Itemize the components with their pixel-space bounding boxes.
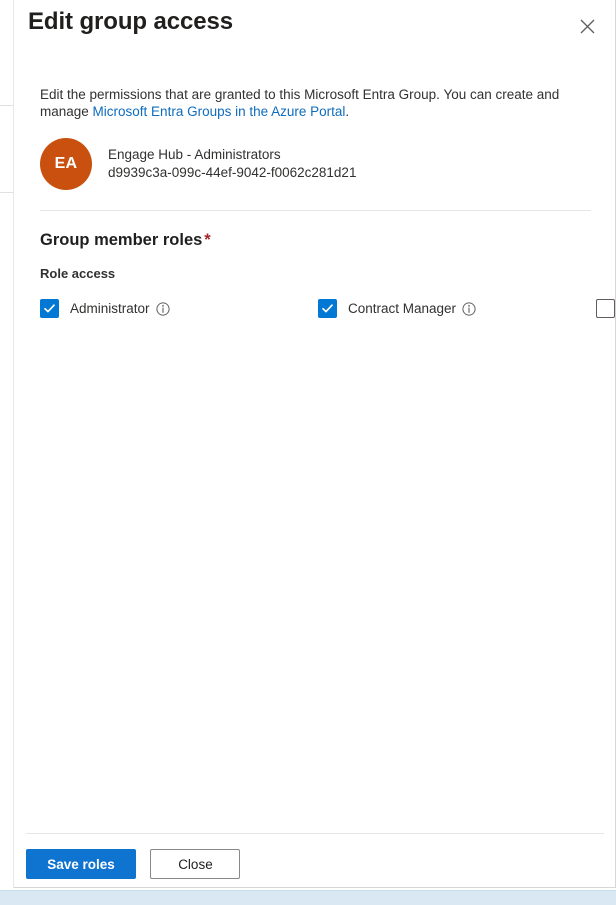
save-roles-button[interactable]: Save roles xyxy=(26,849,136,879)
section-divider xyxy=(40,210,591,211)
checkbox-administrator[interactable] xyxy=(40,299,59,318)
role-item-user-access-administrator[interactable]: User Access Administrator xyxy=(596,299,616,318)
page-title: Edit group access xyxy=(28,8,234,35)
role-label: Administrator xyxy=(70,301,150,316)
edit-group-access-dialog: Edit group access Edit the permissions t… xyxy=(14,0,616,888)
section-heading-text: Group member roles xyxy=(40,231,203,249)
group-id: d9939c3a-099c-44ef-9042-f0062c281d21 xyxy=(108,165,357,180)
dialog-footer: Save roles Close xyxy=(26,849,241,879)
role-item-contract-manager[interactable]: Contract Manager xyxy=(318,299,596,318)
close-button[interactable] xyxy=(571,10,603,42)
description-text-after: . xyxy=(345,104,350,119)
dialog-header: Edit group access xyxy=(14,0,615,62)
background-page-sliver xyxy=(0,0,14,888)
entra-groups-link[interactable]: Microsoft Entra Groups in the Azure Port… xyxy=(93,104,346,119)
info-icon[interactable] xyxy=(462,301,476,316)
group-details: Engage Hub - Administrators d9939c3a-099… xyxy=(108,146,356,182)
group-member-roles-heading: Group member roles * xyxy=(40,231,601,250)
checkbox-user-access-administrator[interactable] xyxy=(596,299,615,318)
info-icon[interactable] xyxy=(155,301,170,316)
close-dialog-button[interactable]: Close xyxy=(150,849,241,879)
required-asterisk: * xyxy=(204,231,211,249)
role-label: Contract Manager xyxy=(348,301,457,316)
background-rule xyxy=(0,105,13,106)
footer-divider xyxy=(26,833,604,834)
close-icon xyxy=(580,19,595,34)
dialog-description: Edit the permissions that are granted to… xyxy=(40,86,574,120)
role-access-label: Role access xyxy=(40,266,116,281)
role-item-administrator[interactable]: Administrator xyxy=(40,299,318,318)
group-identity-row: EA Engage Hub - Administrators d9939c3a-… xyxy=(40,138,601,190)
background-rule xyxy=(0,192,13,193)
background-bottom-band xyxy=(0,890,616,905)
role-access-checkbox-group: Administrator Contract Manager User Ac xyxy=(40,291,615,326)
avatar: EA xyxy=(40,138,92,190)
dialog-body: Edit the permissions that are granted to… xyxy=(14,86,615,326)
group-name: Engage Hub - Administrators xyxy=(108,147,281,162)
checkbox-contract-manager[interactable] xyxy=(318,299,337,318)
